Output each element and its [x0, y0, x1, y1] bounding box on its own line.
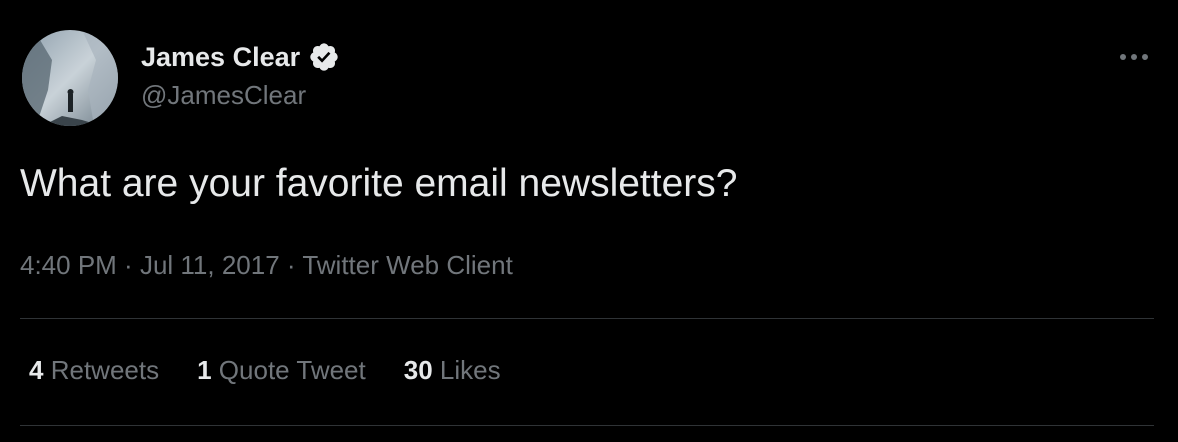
divider	[20, 318, 1154, 319]
avatar[interactable]	[22, 30, 118, 126]
author-handle[interactable]: @JamesClear	[141, 80, 306, 111]
retweets-label: Retweets	[50, 355, 160, 385]
likes-count: 30	[403, 355, 433, 385]
engagement-stats: 4 Retweets 1 Quote Tweet 30 Likes	[29, 355, 501, 386]
tweet-source[interactable]: Twitter Web Client	[302, 250, 512, 280]
quote-tweets-label: Quote Tweet	[218, 355, 366, 385]
tweet-meta: 4:40 PM · Jul 11, 2017 · Twitter Web Cli…	[20, 250, 513, 281]
tweet-time[interactable]: 4:40 PM	[20, 250, 117, 280]
likes-label: Likes	[439, 355, 501, 385]
retweets-count: 4	[29, 355, 44, 385]
retweets-stat[interactable]: 4 Retweets	[29, 355, 159, 386]
author-display-name[interactable]: James Clear	[141, 42, 300, 73]
tweet-detail: James Clear @JamesClear What are your fa…	[0, 0, 1178, 442]
more-options-button[interactable]	[1112, 40, 1156, 74]
tweet-text: What are your favorite email newsletters…	[20, 162, 738, 205]
quote-tweets-count: 1	[197, 355, 212, 385]
more-horizontal-icon	[1119, 48, 1149, 66]
avatar-image	[22, 30, 118, 126]
likes-stat[interactable]: 30 Likes	[404, 355, 501, 386]
tweet-date[interactable]: Jul 11, 2017	[140, 250, 280, 280]
author-name-row: James Clear	[141, 40, 340, 74]
verified-badge-icon	[308, 41, 340, 73]
meta-separator: ·	[116, 250, 140, 280]
meta-separator: ·	[279, 250, 303, 280]
divider	[20, 425, 1154, 426]
quote-tweets-stat[interactable]: 1 Quote Tweet	[197, 355, 366, 386]
